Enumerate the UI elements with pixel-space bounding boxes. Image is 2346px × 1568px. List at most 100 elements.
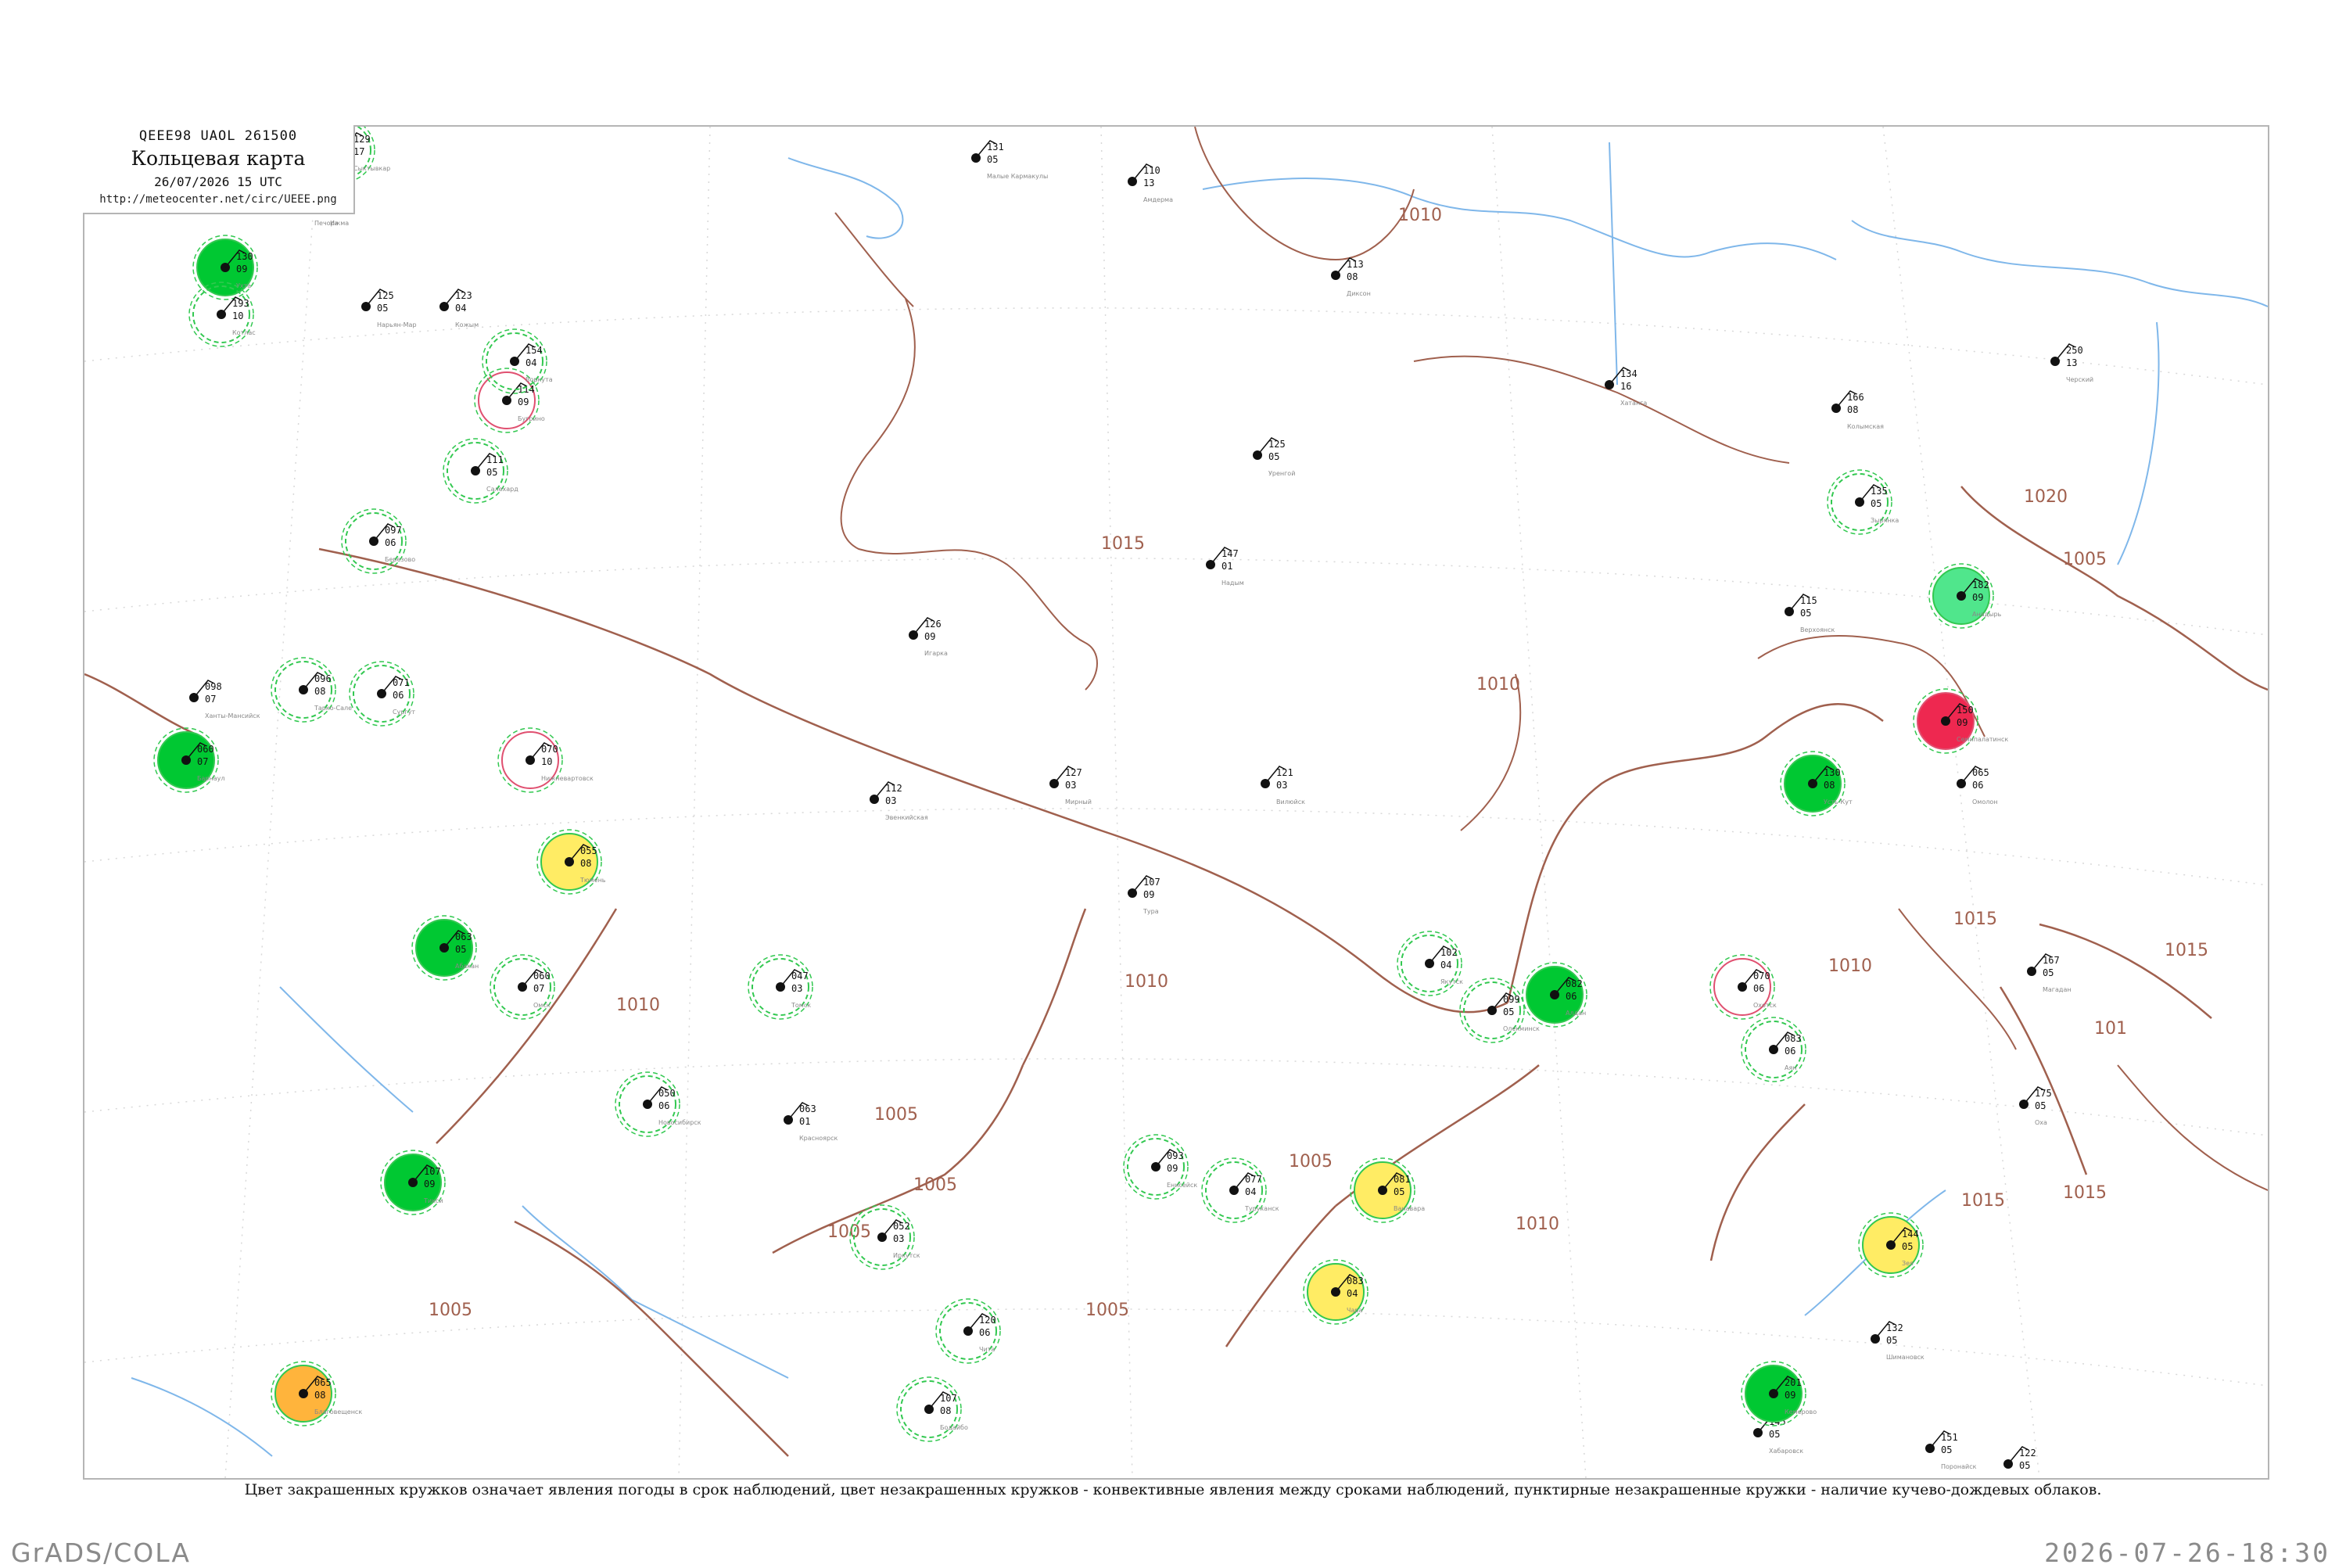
coastlines [131, 142, 2268, 1457]
station-name: Березово [385, 556, 415, 563]
map-canvas: 1010101510201005101010151010100510051005… [84, 127, 2268, 1478]
station-value-pressure: 05 [1769, 1429, 1780, 1440]
station-value-pressure: 01 [799, 1116, 810, 1127]
station-value-pressure: 06 [385, 537, 396, 548]
station-plot: 07704 Туруханск [1201, 1157, 1279, 1223]
station-plot: 16705 Магадан [2027, 953, 2072, 993]
station-value-top: 050 [658, 1088, 676, 1099]
station-value-top: 131 [987, 142, 1004, 152]
station-plot: 093 09 Енисейск [1123, 1134, 1197, 1200]
station-value-pressure: 09 [236, 264, 247, 274]
station-name: Кемерово [1785, 1408, 1817, 1416]
station-value-pressure: 05 [486, 467, 497, 478]
station-name: Семипалатинск [1957, 736, 2008, 743]
station-value-top: 107 [1143, 877, 1160, 888]
station-value-pressure: 03 [893, 1233, 904, 1244]
station-value-pressure: 08 [580, 858, 591, 869]
station-value-pressure: 05 [2035, 1100, 2046, 1111]
station-value-top: 134 [1620, 368, 1638, 379]
station-name: Новосибирск [658, 1119, 701, 1126]
isobar-labels: 1010101510201005101010151010100510051005… [429, 206, 2208, 1320]
isobar-label: 1005 [2063, 550, 2107, 569]
station-value-pressure: 09 [1143, 889, 1154, 900]
station-value-top: 065 [1972, 767, 1989, 778]
station-value-pressure: 05 [1902, 1241, 1913, 1252]
station-value-pressure: 09 [1957, 717, 1968, 728]
station-value-top: 082 [1566, 978, 1583, 989]
station-name: Аян [1785, 1064, 1797, 1071]
station-value-top: 130 [1824, 767, 1841, 778]
station-name: Надым [1221, 579, 1244, 587]
station-plot: 125 05 Нарьян-Мар [361, 289, 417, 328]
station-name: Тарко-Сале [314, 705, 352, 712]
station-value-top: 047 [791, 971, 809, 981]
map-caption: Цвет закрашенных кружков означает явлени… [244, 1481, 2102, 1498]
station-plot: 17505 Оха [2019, 1086, 2052, 1126]
station-value-pressure: 08 [314, 686, 325, 697]
station-value-pressure: 04 [526, 357, 536, 368]
station-plot: 12505 Уренгой [1253, 437, 1295, 477]
station-value-pressure: 09 [1785, 1390, 1795, 1401]
station-name: Игарка [924, 650, 948, 657]
isobar-label: 1010 [1828, 956, 1872, 976]
station-value-top: 098 [205, 681, 222, 692]
station-value-top: 125 [1268, 439, 1286, 450]
station-value-pressure: 05 [1268, 451, 1279, 462]
station-plot: 15009 Семипалатинск [1913, 688, 2008, 754]
station-value-pressure: 09 [924, 631, 935, 642]
station-value-pressure: 13 [2066, 357, 2077, 368]
station-value-top: 126 [924, 619, 942, 630]
station-name: Оха [2035, 1119, 2047, 1126]
station-name: Магадан [2043, 986, 2072, 993]
station-value-top: 144 [1902, 1229, 1919, 1240]
station-value-top: 055 [580, 845, 597, 856]
station-plot: 047 03 Томск [748, 954, 813, 1020]
station-value-top: 130 [236, 251, 253, 262]
station-name: Бугрино [518, 415, 545, 422]
station-name: Колымская [1847, 423, 1884, 430]
station-value-pressure: 05 [1503, 1006, 1514, 1017]
station-value-top: 127 [1065, 767, 1082, 778]
station-value-pressure: 17 [353, 146, 364, 157]
station-value-pressure: 05 [455, 944, 466, 955]
station-value-pressure: 06 [393, 690, 404, 701]
isobar-label: 1015 [1961, 1191, 2005, 1211]
station-name: Омолон [1972, 798, 1997, 806]
station-value-top: 125 [377, 290, 394, 301]
station-value-top: 099 [1503, 994, 1520, 1005]
station-name: Котлас [232, 329, 256, 336]
software-credit: GrADS/COLA [11, 1538, 191, 1568]
station-value-top: 065 [314, 1377, 332, 1388]
station-plot: 070 06 Охотск [1709, 954, 1777, 1020]
isobar-label: 1020 [2024, 487, 2068, 507]
source-url[interactable]: http://meteocenter.net/circ/UEEE.png [83, 193, 353, 206]
station-value-pressure: 01 [1221, 561, 1232, 572]
station-name: Анадырь [1972, 611, 2002, 618]
station-value-top: 135 [1871, 486, 1888, 497]
station-plot: 063 05 Абакан [411, 915, 479, 981]
station-plot: 130 08 Усть-Кут [1780, 751, 1853, 816]
station-name: Чара [1347, 1307, 1362, 1314]
bulletin-code: QEEE98 UAOL 261500 [138, 128, 298, 144]
station-value-top: 071 [393, 677, 410, 688]
station-value-pressure: 08 [940, 1405, 951, 1416]
station-name: Нижневартовск [541, 775, 594, 782]
station-value-top: 166 [1847, 392, 1864, 403]
station-value-pressure: 04 [1347, 1288, 1358, 1299]
station-value-top: 120 [979, 1315, 996, 1326]
isobar-label: 1005 [1085, 1301, 1129, 1320]
station-name: Ухта [236, 282, 251, 289]
isobar-label: 101 [2094, 1019, 2127, 1039]
station-name: Бодайбо [940, 1424, 968, 1431]
station-plot: 098 07 Ханты-Мансийск [189, 680, 260, 719]
station-plot: 132 05 Шимановск [1871, 1321, 1925, 1361]
station-value-pressure: 05 [1394, 1186, 1404, 1197]
station-value-top: 060 [533, 971, 551, 981]
isobar-label: 1010 [1125, 972, 1168, 992]
station-name: Тура [1143, 908, 1159, 915]
station-value-pressure: 04 [1245, 1186, 1256, 1197]
station-plot: 082 06 Алдан [1522, 962, 1587, 1028]
station-value-top: 175 [2035, 1088, 2052, 1099]
isobar-label: 1010 [1516, 1215, 1559, 1234]
station-value-top: 121 [1276, 767, 1293, 778]
